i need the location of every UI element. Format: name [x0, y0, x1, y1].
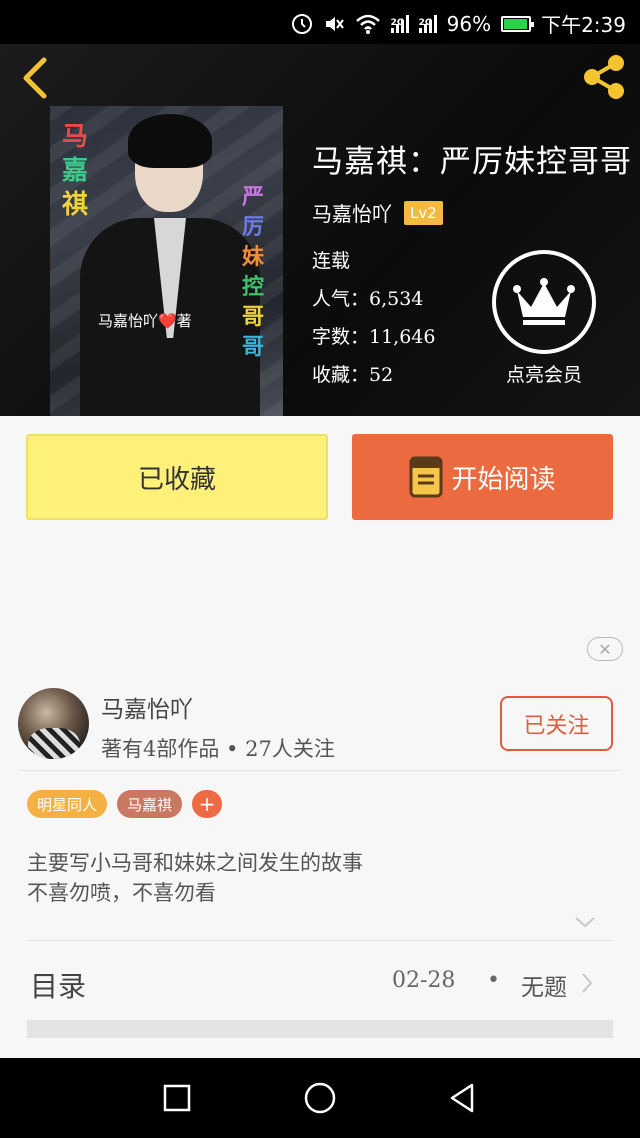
start-reading-label: 开始阅读 — [451, 464, 556, 495]
cover-char: 祺 — [61, 190, 88, 220]
cover-char: 哥 — [241, 334, 264, 360]
cover-signature: 马嘉怡吖❤️著 — [98, 312, 192, 330]
close-icon: ✕ — [598, 639, 612, 659]
toc-latest-chapter: 无题 — [521, 975, 567, 1001]
description-line: 不喜勿喷，不喜勿看 — [27, 881, 216, 905]
toc-separator: • — [487, 968, 500, 993]
cover-vertical-text-right: 严 厉 妹 控 哥 哥 — [238, 182, 268, 362]
battery-percent: 96% — [446, 11, 492, 36]
back-button[interactable] — [16, 54, 56, 102]
status-bar: 2G 2G 96% 下午2:39 — [0, 0, 640, 44]
tag-item[interactable]: 马嘉祺 — [117, 790, 183, 818]
tag-item[interactable]: 明星同人 — [27, 790, 108, 818]
author-card-name[interactable]: 马嘉怡吖 — [101, 690, 193, 724]
cover-char: 哥 — [241, 304, 264, 330]
mute-icon — [325, 16, 344, 31]
share-button[interactable] — [578, 52, 630, 102]
vip-button[interactable]: 点亮会员 — [492, 250, 596, 387]
back-nav-button[interactable] — [440, 1076, 484, 1120]
chevron-right-icon — [582, 973, 593, 993]
follow-button[interactable]: 已关注 — [500, 696, 613, 751]
cover-vertical-text-left: 马 嘉 祺 — [60, 120, 90, 222]
content-placeholder-bar — [27, 1020, 613, 1038]
favorited-label: 已收藏 — [137, 464, 216, 495]
tag-list: 明星同人 马嘉祺 + — [27, 790, 223, 818]
share-icon — [584, 55, 624, 99]
cover-char: 厉 — [241, 214, 264, 240]
cover-char: 马 — [61, 122, 88, 152]
status-icons: 2G 2G 96% 下午2:39 — [291, 9, 626, 38]
expand-description-button[interactable] — [574, 914, 596, 930]
book-description: 主要写小马哥和妹妹之间发生的故事 不喜勿喷，不喜勿看 — [27, 848, 363, 908]
alarm-icon — [291, 13, 312, 34]
start-reading-button[interactable]: 开始阅读 — [352, 434, 613, 520]
cover-char: 妹 — [241, 244, 264, 270]
signal-tag-2: 2G — [418, 17, 433, 28]
vip-label: 点亮会员 — [505, 364, 582, 386]
system-navigation-bar — [0, 1058, 640, 1138]
cover-char: 控 — [241, 274, 264, 300]
word-count: 字数：11,646 — [312, 326, 436, 348]
triangle-back-icon — [450, 1083, 474, 1113]
description-line: 主要写小马哥和妹妹之间发生的故事 — [27, 851, 363, 875]
wifi-icon — [355, 14, 380, 34]
plus-icon: + — [198, 792, 216, 816]
add-tag-button[interactable]: + — [192, 790, 223, 818]
favorited-button[interactable]: 已收藏 — [26, 434, 328, 520]
author-avatar[interactable] — [18, 688, 89, 759]
toc-label: 目录 — [30, 970, 87, 1003]
square-icon — [163, 1084, 191, 1112]
follow-label: 已关注 — [523, 713, 590, 739]
circle-icon — [304, 1082, 336, 1114]
vip-circle — [492, 250, 596, 354]
book-cover[interactable]: 马 嘉 祺 严 厉 妹 控 哥 哥 马嘉怡吖❤️著 — [50, 106, 283, 416]
battery-icon — [501, 15, 535, 32]
toc-latest-date: 02-28 — [392, 968, 456, 993]
recent-apps-button[interactable] — [155, 1076, 199, 1120]
favorite-count: 收藏：52 — [312, 364, 394, 386]
level-badge: Lv2 — [404, 200, 443, 225]
signal-icon-1: 2G — [390, 14, 409, 33]
cover-char: 嘉 — [61, 156, 88, 186]
home-button[interactable] — [298, 1076, 342, 1120]
divider — [18, 770, 622, 771]
author-card-meta: 著有4部作品 • 27人关注 — [101, 737, 335, 761]
book-header: 马 嘉 祺 严 厉 妹 控 哥 哥 马嘉怡吖❤️著 马嘉祺：严厉妹控哥哥 马嘉怡… — [0, 44, 640, 416]
cover-figure-hair — [128, 114, 212, 168]
divider — [27, 940, 613, 941]
author-name[interactable]: 马嘉怡吖 — [312, 198, 392, 227]
book-title: 马嘉祺：严厉妹控哥哥 — [312, 144, 632, 180]
battery-fill — [504, 18, 528, 29]
author-row: 马嘉怡吖 Lv2 — [312, 198, 443, 227]
clock: 下午2:39 — [541, 13, 626, 37]
signal-icon-2: 2G — [418, 14, 437, 33]
close-ad-button[interactable]: ✕ — [587, 637, 623, 661]
chevron-down-icon — [575, 917, 595, 928]
cover-char: 严 — [241, 184, 264, 210]
crown-icon — [513, 278, 575, 325]
avatar-figure — [28, 728, 80, 759]
popularity: 人气：6,534 — [312, 288, 424, 310]
serial-status: 连载 — [312, 250, 351, 272]
chevron-left-icon — [23, 57, 47, 99]
book-icon — [409, 456, 443, 498]
